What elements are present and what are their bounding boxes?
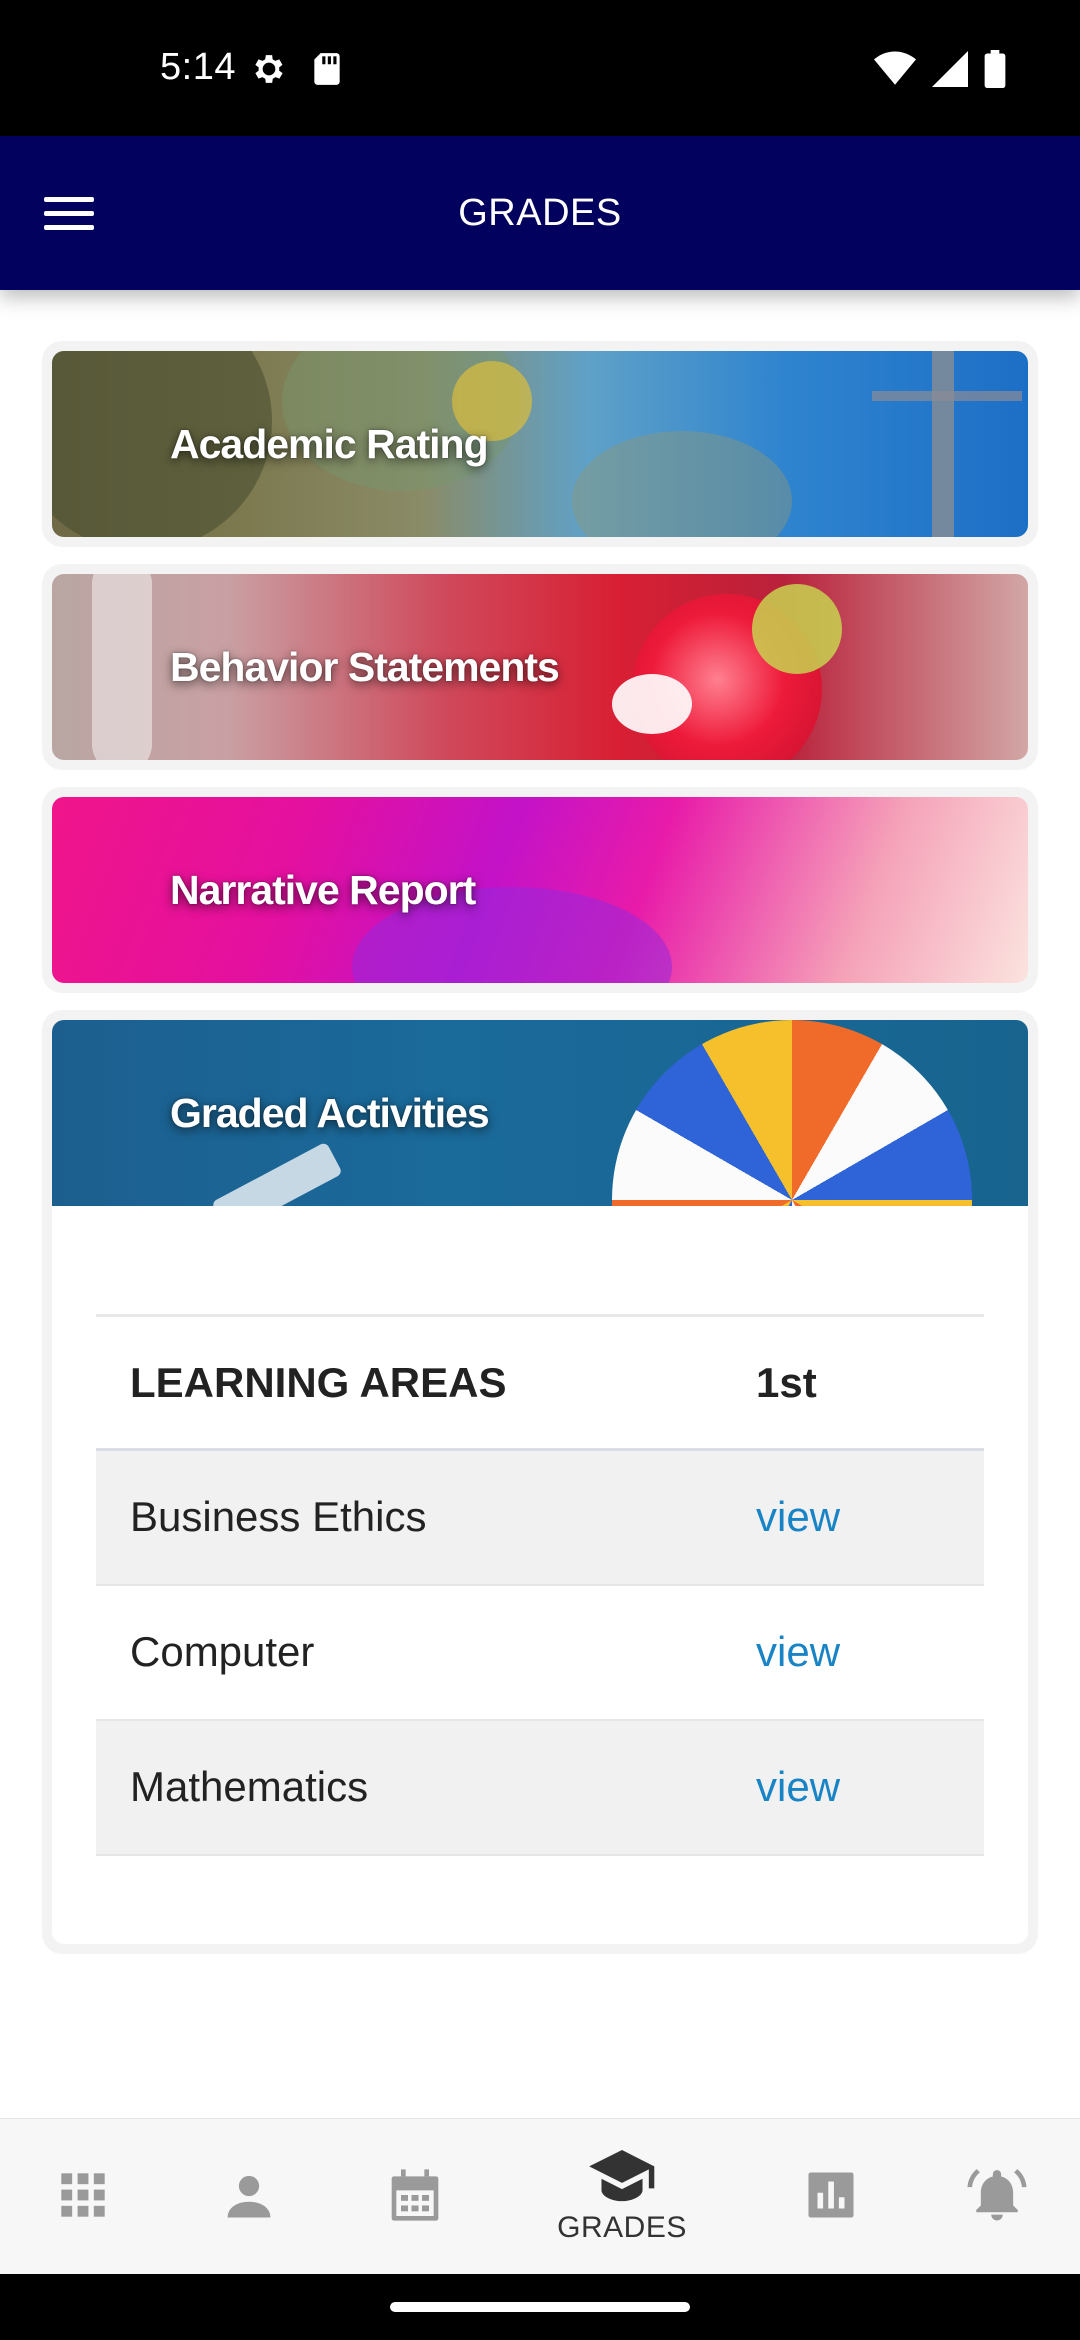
bottom-navigation: GRADES bbox=[0, 2118, 1080, 2274]
academic-rating-banner[interactable]: Academic Rating bbox=[52, 351, 1028, 537]
view-link[interactable]: view bbox=[756, 1493, 840, 1540]
app-bar: GRADES bbox=[0, 136, 1080, 290]
view-link[interactable]: view bbox=[756, 1763, 840, 1810]
notification-bell-icon bbox=[967, 2166, 1027, 2229]
nav-notifications[interactable] bbox=[954, 2119, 1040, 2275]
learning-areas-header: LEARNING AREAS bbox=[96, 1314, 756, 1451]
home-gesture-handle[interactable] bbox=[390, 2302, 690, 2312]
apps-grid-icon bbox=[57, 2169, 109, 2226]
behavior-statements-banner[interactable]: Behavior Statements bbox=[52, 574, 1028, 760]
nav-calendar[interactable] bbox=[372, 2119, 458, 2275]
narrative-report-label: Narrative Report bbox=[170, 866, 476, 913]
behavior-statements-card: Behavior Statements bbox=[42, 564, 1038, 770]
graded-activities-label: Graded Activities bbox=[170, 1089, 490, 1136]
bar-chart-icon bbox=[804, 2168, 858, 2227]
person-icon bbox=[222, 2168, 276, 2227]
subject-name: Business Ethics bbox=[96, 1449, 756, 1586]
nav-grades-label: GRADES bbox=[557, 2210, 687, 2244]
wifi-icon bbox=[874, 51, 916, 92]
gesture-navigation-bar bbox=[0, 2274, 1080, 2340]
sd-card-icon bbox=[310, 50, 344, 93]
narrative-report-card: Narrative Report bbox=[42, 787, 1038, 993]
quarter-header: 1st bbox=[756, 1314, 984, 1451]
view-link[interactable]: view bbox=[756, 1628, 840, 1675]
grades-table: LEARNING AREAS 1st Business Ethics view … bbox=[96, 1314, 984, 1856]
nav-grades[interactable]: GRADES bbox=[550, 2119, 694, 2275]
academic-rating-card: Academic Rating bbox=[42, 341, 1038, 547]
graded-activities-banner[interactable]: Graded Activities bbox=[52, 1020, 1028, 1206]
table-row: Business Ethics view bbox=[96, 1449, 984, 1586]
grades-table-container: LEARNING AREAS 1st Business Ethics view … bbox=[52, 1206, 1028, 1944]
table-row: Mathematics view bbox=[96, 1719, 984, 1856]
settings-gear-icon bbox=[250, 50, 288, 93]
table-header-row: LEARNING AREAS 1st bbox=[96, 1314, 984, 1451]
graduation-cap-icon bbox=[589, 2149, 655, 2207]
narrative-report-banner[interactable]: Narrative Report bbox=[52, 797, 1028, 983]
calendar-icon bbox=[387, 2166, 443, 2229]
subject-name: Computer bbox=[96, 1584, 756, 1721]
page-title: GRADES bbox=[458, 192, 622, 234]
nav-profile[interactable] bbox=[206, 2119, 292, 2275]
status-bar: 5:14 bbox=[0, 0, 1080, 136]
status-time: 5:14 bbox=[160, 46, 236, 88]
nav-apps[interactable] bbox=[40, 2119, 126, 2275]
graded-activities-card: Graded Activities LEARNING AREAS 1st Bus… bbox=[42, 1010, 1038, 1954]
subject-name: Mathematics bbox=[96, 1719, 756, 1856]
table-row: Computer view bbox=[96, 1584, 984, 1721]
battery-icon bbox=[984, 50, 1006, 93]
behavior-statements-label: Behavior Statements bbox=[170, 643, 560, 690]
nav-reports[interactable] bbox=[788, 2119, 874, 2275]
academic-rating-label: Academic Rating bbox=[170, 420, 489, 467]
cell-signal-icon bbox=[932, 51, 968, 92]
